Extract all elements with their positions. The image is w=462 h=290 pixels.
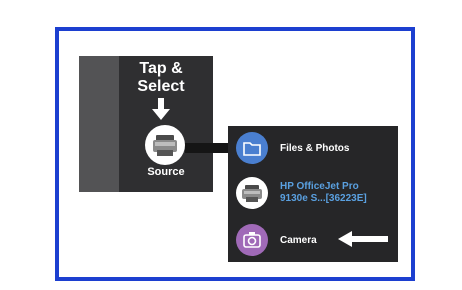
menu-item-printer[interactable]: HP OfficeJet Pro 9130e S...[36223E] [228, 173, 398, 213]
menu-item-label: HP OfficeJet Pro 9130e S...[36223E] [280, 181, 367, 204]
printer-icon [153, 135, 177, 156]
folder-icon-circle [236, 132, 268, 164]
folder-icon [243, 142, 261, 156]
printer-icon [242, 185, 262, 202]
camera-icon [243, 232, 261, 248]
menu-item-label: Camera [280, 235, 317, 246]
menu-item-label: Files & Photos [280, 143, 350, 154]
source-button[interactable] [145, 125, 185, 165]
camera-icon-circle [236, 224, 268, 256]
instruction-text: Tap & Select [137, 60, 185, 95]
left-arrow-icon [338, 231, 388, 247]
connector-line [185, 143, 233, 153]
printer-icon-circle [236, 177, 268, 209]
menu-item-files-photos[interactable]: Files & Photos [228, 128, 398, 168]
source-label: Source [147, 166, 185, 178]
down-arrow-icon [152, 98, 170, 120]
source-panel-edge [79, 56, 119, 192]
